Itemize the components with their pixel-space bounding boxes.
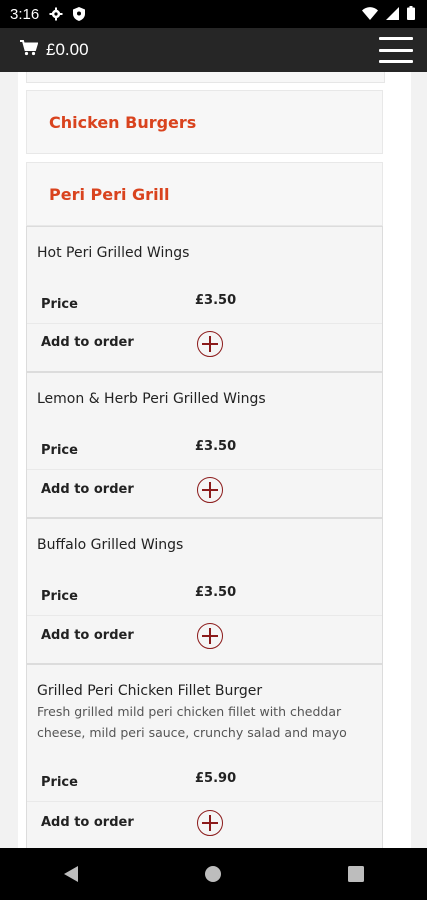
app-bar: £0.00 [0,28,427,72]
signal-icon [386,5,399,24]
add-to-order-label: Add to order [41,482,134,497]
add-to-order-button[interactable] [197,623,223,649]
battery-icon [407,5,415,24]
cart-amount: £0.00 [46,40,89,59]
add-to-order-label: Add to order [41,335,134,350]
system-nav-bar [0,848,427,900]
add-to-order-button[interactable] [197,477,223,503]
item-price: £3.50 [195,439,237,454]
item-description: Fresh grilled mild peri chicken fillet w… [37,704,347,740]
add-to-order-button[interactable] [197,331,223,357]
recents-icon[interactable] [326,854,386,894]
cart-icon [20,40,39,60]
add-to-order-label: Add to order [41,628,134,643]
status-bar: 3:16 [0,0,427,28]
menu-item: Grilled Peri Chicken Fillet Burger Fresh… [26,664,383,848]
wifi-icon [362,5,378,24]
item-price: £3.50 [195,293,237,308]
status-time: 3:16 [10,5,40,23]
add-to-order-label: Add to order [41,815,134,830]
add-to-order-button[interactable] [197,810,223,836]
menu-item: Hot Peri Grilled Wings £3.50 Price Add t… [26,226,383,372]
item-name: Grilled Peri Chicken Fillet Burger [37,683,263,699]
back-icon[interactable] [41,854,101,894]
row-divider [27,801,382,802]
item-name: Buffalo Grilled Wings [37,537,184,553]
item-name: Lemon & Herb Peri Grilled Wings [37,391,266,407]
menu-item: Lemon & Herb Peri Grilled Wings £3.50 Pr… [26,372,383,518]
hamburger-menu-icon[interactable] [379,37,413,63]
category-title: Chicken Burgers [49,113,197,132]
shield-icon [73,7,86,21]
cart-button[interactable]: £0.00 [20,40,89,60]
item-price: £3.50 [195,585,237,600]
price-label: Price [41,589,78,604]
menu-item: Buffalo Grilled Wings £3.50 Price Add to… [26,518,383,664]
gear-icon [49,7,63,21]
price-label: Price [41,775,78,790]
price-label: Price [41,297,78,312]
item-price: £5.90 [195,771,237,786]
category-chicken-burgers[interactable]: Chicken Burgers [26,90,383,154]
home-icon[interactable] [183,854,243,894]
category-title: Peri Peri Grill [49,185,170,204]
category-peri-peri-grill[interactable]: Peri Peri Grill [26,162,383,226]
previous-category-edge [26,72,385,83]
item-name: Hot Peri Grilled Wings [37,245,190,261]
row-divider [27,469,382,470]
price-label: Price [41,443,78,458]
row-divider [27,615,382,616]
menu-content[interactable]: Chicken Burgers Peri Peri Grill Hot Peri… [0,72,427,848]
row-divider [27,323,382,324]
